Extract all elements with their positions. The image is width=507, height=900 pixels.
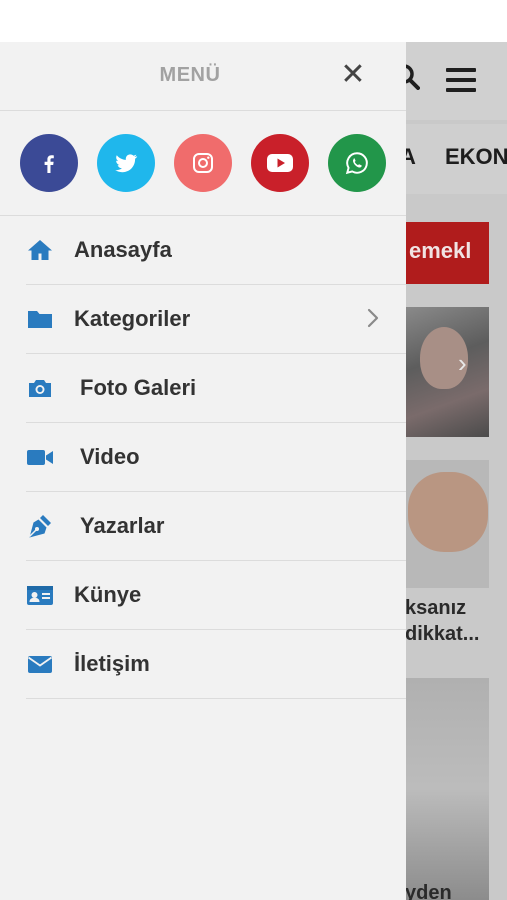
hamburger-menu-icon[interactable]	[446, 68, 476, 92]
menu-item-label: Anasayfa	[74, 237, 172, 262]
home-icon	[28, 240, 52, 260]
menu-item-label: Kategoriler	[74, 306, 191, 331]
side-menu: MENÜ ✕ Anasayfa Kategoriler Foto Galeri …	[0, 42, 406, 900]
envelope-icon	[27, 656, 53, 673]
news-headline-3[interactable]: yden	[405, 882, 452, 900]
menu-item-yazarlar[interactable]: Yazarlar	[26, 492, 406, 561]
menu-item-kunye[interactable]: Künye	[26, 561, 406, 630]
news-photo-2-hand	[408, 472, 488, 552]
youtube-icon	[267, 154, 293, 172]
category-link-ekonomi[interactable]: EKONO	[445, 144, 507, 170]
breaking-news-text: emekl	[409, 238, 472, 263]
twitter-button[interactable]	[97, 134, 155, 192]
id-card-icon	[27, 586, 53, 605]
video-camera-icon	[27, 450, 53, 465]
camera-icon	[29, 380, 51, 397]
instagram-icon	[193, 153, 213, 173]
close-icon[interactable]: ✕	[336, 58, 370, 92]
menu-item-anasayfa[interactable]: Anasayfa	[26, 216, 406, 285]
menu-item-label: Yazarlar	[80, 513, 165, 538]
news-headline-line-1[interactable]: ksanız	[405, 597, 466, 620]
menu-item-iletisim[interactable]: İletişim	[26, 630, 406, 699]
slider-next-icon[interactable]: ›	[458, 348, 467, 379]
social-links	[0, 111, 406, 216]
folder-icon	[28, 311, 52, 328]
menu-item-label: Video	[80, 444, 140, 469]
menu-list: Anasayfa Kategoriler Foto Galeri Video Y…	[26, 216, 406, 699]
menu-item-label: Foto Galeri	[80, 375, 197, 400]
twitter-icon	[115, 154, 138, 173]
instagram-button[interactable]	[174, 134, 232, 192]
facebook-icon	[44, 155, 54, 173]
chevron-right-icon	[367, 308, 379, 328]
pen-nib-icon	[28, 515, 51, 538]
news-headline-line-2[interactable]: dikkat...	[405, 623, 479, 646]
facebook-button[interactable]	[20, 134, 78, 192]
menu-item-foto-galeri[interactable]: Foto Galeri	[26, 354, 406, 423]
menu-item-label: Künye	[74, 582, 142, 607]
whatsapp-button[interactable]	[328, 134, 386, 192]
menu-item-kategoriler[interactable]: Kategoriler	[26, 285, 406, 354]
whatsapp-icon	[345, 152, 368, 175]
menu-header: MENÜ ✕	[0, 42, 406, 111]
menu-title: MENÜ	[159, 64, 221, 86]
menu-item-video[interactable]: Video	[26, 423, 406, 492]
youtube-button[interactable]	[251, 134, 309, 192]
news-photo-3[interactable]	[405, 678, 489, 900]
menu-item-label: İletişim	[74, 651, 150, 676]
